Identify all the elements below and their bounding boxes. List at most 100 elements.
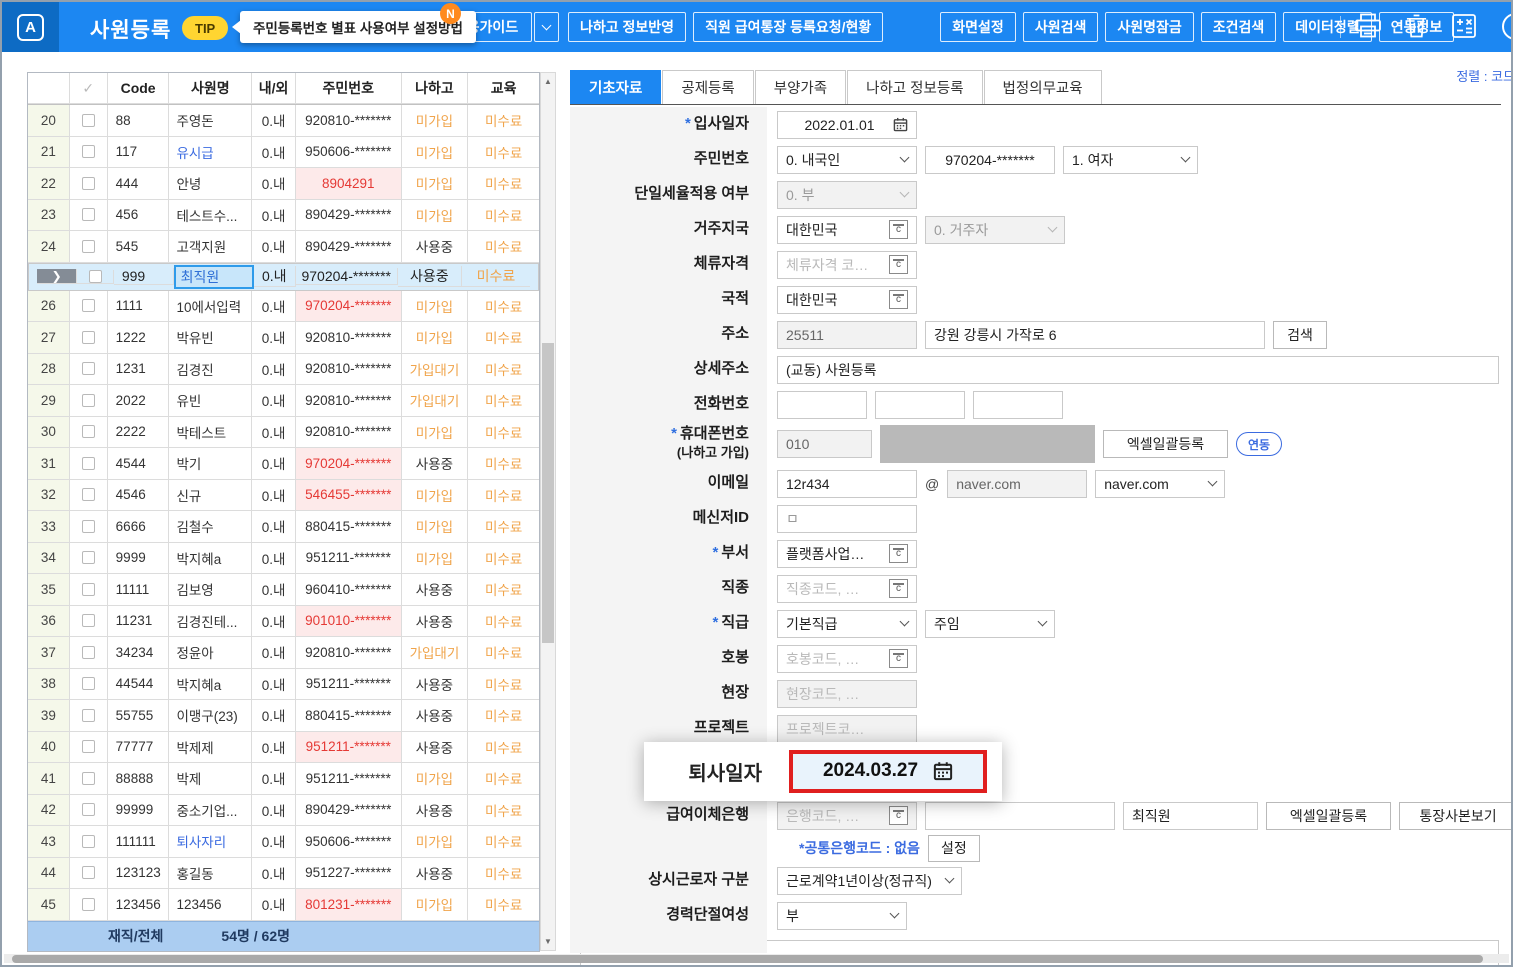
table-row[interactable]: 336666김철수0.내880415-*******미가입미수료	[28, 511, 539, 543]
excel-bulk-register-button[interactable]: 엑셀일괄등록	[1266, 802, 1391, 830]
address-detail-input[interactable]: (교동) 사원등록	[777, 356, 1499, 384]
row-checkbox[interactable]	[82, 299, 95, 312]
mobile-prefix-input[interactable]: 010	[777, 430, 872, 458]
regular-worker-select[interactable]: 근로계약1년이상(정규직)	[777, 867, 962, 895]
messenger-id-input[interactable]: ㅁ	[777, 505, 917, 533]
help-icon[interactable]	[1502, 13, 1513, 40]
code-search-icon[interactable]: c	[889, 649, 908, 668]
guide-dropdown-button[interactable]	[534, 12, 559, 42]
zip-code-input[interactable]: 25511	[777, 321, 917, 349]
code-search-icon[interactable]: c	[889, 220, 908, 239]
row-checkbox[interactable]	[82, 898, 95, 911]
print-icon[interactable]	[1354, 13, 1382, 44]
account-holder-input[interactable]: 최직원	[1123, 802, 1258, 830]
toolbar-button[interactable]: 조건검색	[1201, 12, 1277, 42]
code-search-icon[interactable]: c	[889, 255, 908, 274]
row-checkbox[interactable]	[82, 866, 95, 879]
horizontal-scrollbar-thumb[interactable]	[12, 955, 1483, 963]
table-row[interactable]: 23456테스트수...0.내890429-*******미가입미수료	[28, 200, 539, 232]
table-row[interactable]: 271222박유빈0.내920810-*******미가입미수료	[28, 322, 539, 354]
row-checkbox[interactable]	[82, 331, 95, 344]
header-name[interactable]: 사원명	[169, 73, 252, 104]
tab-active[interactable]: 기초자료	[570, 70, 661, 104]
horizontal-scrollbar[interactable]	[4, 954, 1509, 963]
jumin-number-input[interactable]: 970204-*******	[925, 146, 1055, 174]
nationality-input[interactable]: 대한민국 c	[777, 286, 917, 314]
row-checkbox[interactable]	[82, 646, 95, 659]
table-row[interactable]: 26111110에서입력0.내970204-*******미가입미수료	[28, 291, 539, 323]
career-break-select[interactable]: 부	[777, 902, 907, 930]
row-checkbox[interactable]	[82, 425, 95, 438]
table-row[interactable]: 4077777박제제0.내951211-*******사용중미수료	[28, 732, 539, 764]
mobile-number-redacted[interactable]	[880, 425, 1095, 463]
phone-input-2[interactable]	[875, 391, 965, 419]
table-row[interactable]: 22444안녕0.내8904291미가입미수료	[28, 168, 539, 200]
row-checkbox[interactable]	[82, 114, 95, 127]
residence-country-input[interactable]: 대한민국 c	[777, 216, 917, 244]
header-select-all[interactable]: ✓	[70, 73, 108, 104]
jumin-type-select[interactable]: 0. 내국인	[777, 146, 917, 174]
address-search-button[interactable]: 검색	[1273, 321, 1327, 349]
row-checkbox[interactable]	[82, 394, 95, 407]
table-row[interactable]: 292022유빈0.내920810-*******가입대기미수료	[28, 385, 539, 417]
table-scrollbar[interactable]: ▲ ▼	[540, 72, 556, 951]
tab-item[interactable]: 법정의무교육	[984, 70, 1102, 104]
table-row[interactable]: 44123123홍길동0.내951227-*******사용중미수료	[28, 858, 539, 890]
table-row[interactable]: 3734234정윤아0.내920810-*******가입대기미수료	[28, 637, 539, 669]
scroll-up-icon[interactable]: ▲	[541, 74, 555, 89]
header-edu[interactable]: 교육	[468, 73, 539, 104]
table-row[interactable]: 314544박기0.내970204-*******사용중미수료	[28, 448, 539, 480]
row-checkbox[interactable]	[82, 614, 95, 627]
header-nahago[interactable]: 나하고	[402, 73, 469, 104]
calendar-icon[interactable]	[893, 117, 908, 132]
toolbar-button[interactable]: 나하고 정보반영	[568, 12, 686, 42]
row-checkbox[interactable]	[82, 240, 95, 253]
gender-select[interactable]: 1. 여자	[1063, 146, 1198, 174]
toolbar-button[interactable]: 사원명잠금	[1105, 12, 1193, 42]
hobong-input[interactable]: 호봉코드, … c	[777, 645, 917, 673]
row-checkbox[interactable]	[89, 270, 102, 283]
table-row[interactable]: 2088주영돈0.내920810-*******미가입미수료	[28, 105, 539, 137]
bankbook-view-button[interactable]: 통장사본보기	[1399, 802, 1513, 830]
table-row[interactable]: 302222박테스트0.내920810-*******미가입미수료	[28, 417, 539, 449]
row-checkbox[interactable]	[82, 177, 95, 190]
address-input[interactable]: 강원 강릉시 가작로 6	[925, 321, 1265, 349]
row-checkbox[interactable]	[82, 145, 95, 158]
table-row[interactable]: 3844544박지혜a0.내951211-*******사용중미수료	[28, 669, 539, 701]
header-code[interactable]: Code	[108, 73, 170, 104]
join-date-input[interactable]: 2022.01.01	[777, 111, 917, 139]
calculator-icon[interactable]	[1451, 13, 1477, 44]
stay-status-input[interactable]: 체류자격 코… c	[777, 251, 917, 279]
code-search-icon[interactable]: c	[889, 806, 908, 825]
header-jumin[interactable]: 주민번호	[296, 73, 402, 104]
scrollbar-thumb[interactable]	[542, 343, 554, 643]
row-checkbox[interactable]	[82, 740, 95, 753]
job-type-input[interactable]: 직종코드, … c	[777, 575, 917, 603]
row-checkbox[interactable]	[82, 583, 95, 596]
table-row[interactable]: ❯999최직원0.내970204-*******사용중미수료	[28, 263, 539, 291]
row-checkbox[interactable]	[82, 772, 95, 785]
row-checkbox[interactable]	[82, 677, 95, 690]
table-row[interactable]: 3511111김보영0.내960410-*******사용중미수료	[28, 574, 539, 606]
scroll-down-icon[interactable]: ▼	[541, 934, 555, 949]
table-row[interactable]: 24545고객지원0.내890429-*******사용중미수료	[28, 231, 539, 263]
table-row[interactable]: 451234561234560.내801231-*******미가입미수료	[28, 889, 539, 921]
tab-item[interactable]: 부양가족	[755, 70, 846, 104]
bank-code-setting-button[interactable]: 설정	[928, 835, 980, 862]
position-type-select[interactable]: 기본직급	[777, 610, 917, 638]
link-pill-button[interactable]: 연동	[1236, 432, 1282, 456]
table-row[interactable]: 43111111퇴사자리0.내950606-*******미가입미수료	[28, 826, 539, 858]
row-checkbox[interactable]	[82, 709, 95, 722]
position-select[interactable]: 주임	[925, 610, 1055, 638]
leave-date-input[interactable]: 2024.03.27	[789, 750, 987, 793]
account-number-input[interactable]	[925, 802, 1115, 830]
tab-item[interactable]: 나하고 정보등록	[847, 70, 982, 104]
app-logo[interactable]: A	[2, 2, 59, 52]
phone-input-3[interactable]	[973, 391, 1063, 419]
table-row[interactable]: 3611231김경진테...0.내901010-*******사용중미수료	[28, 606, 539, 638]
row-checkbox[interactable]	[82, 551, 95, 564]
calendar-icon[interactable]	[933, 761, 953, 781]
email-domain-select[interactable]: naver.com	[1095, 470, 1225, 498]
email-id-input[interactable]: 12r434	[777, 470, 917, 498]
table-row[interactable]: 21117유시급0.내950606-*******미가입미수료	[28, 137, 539, 169]
